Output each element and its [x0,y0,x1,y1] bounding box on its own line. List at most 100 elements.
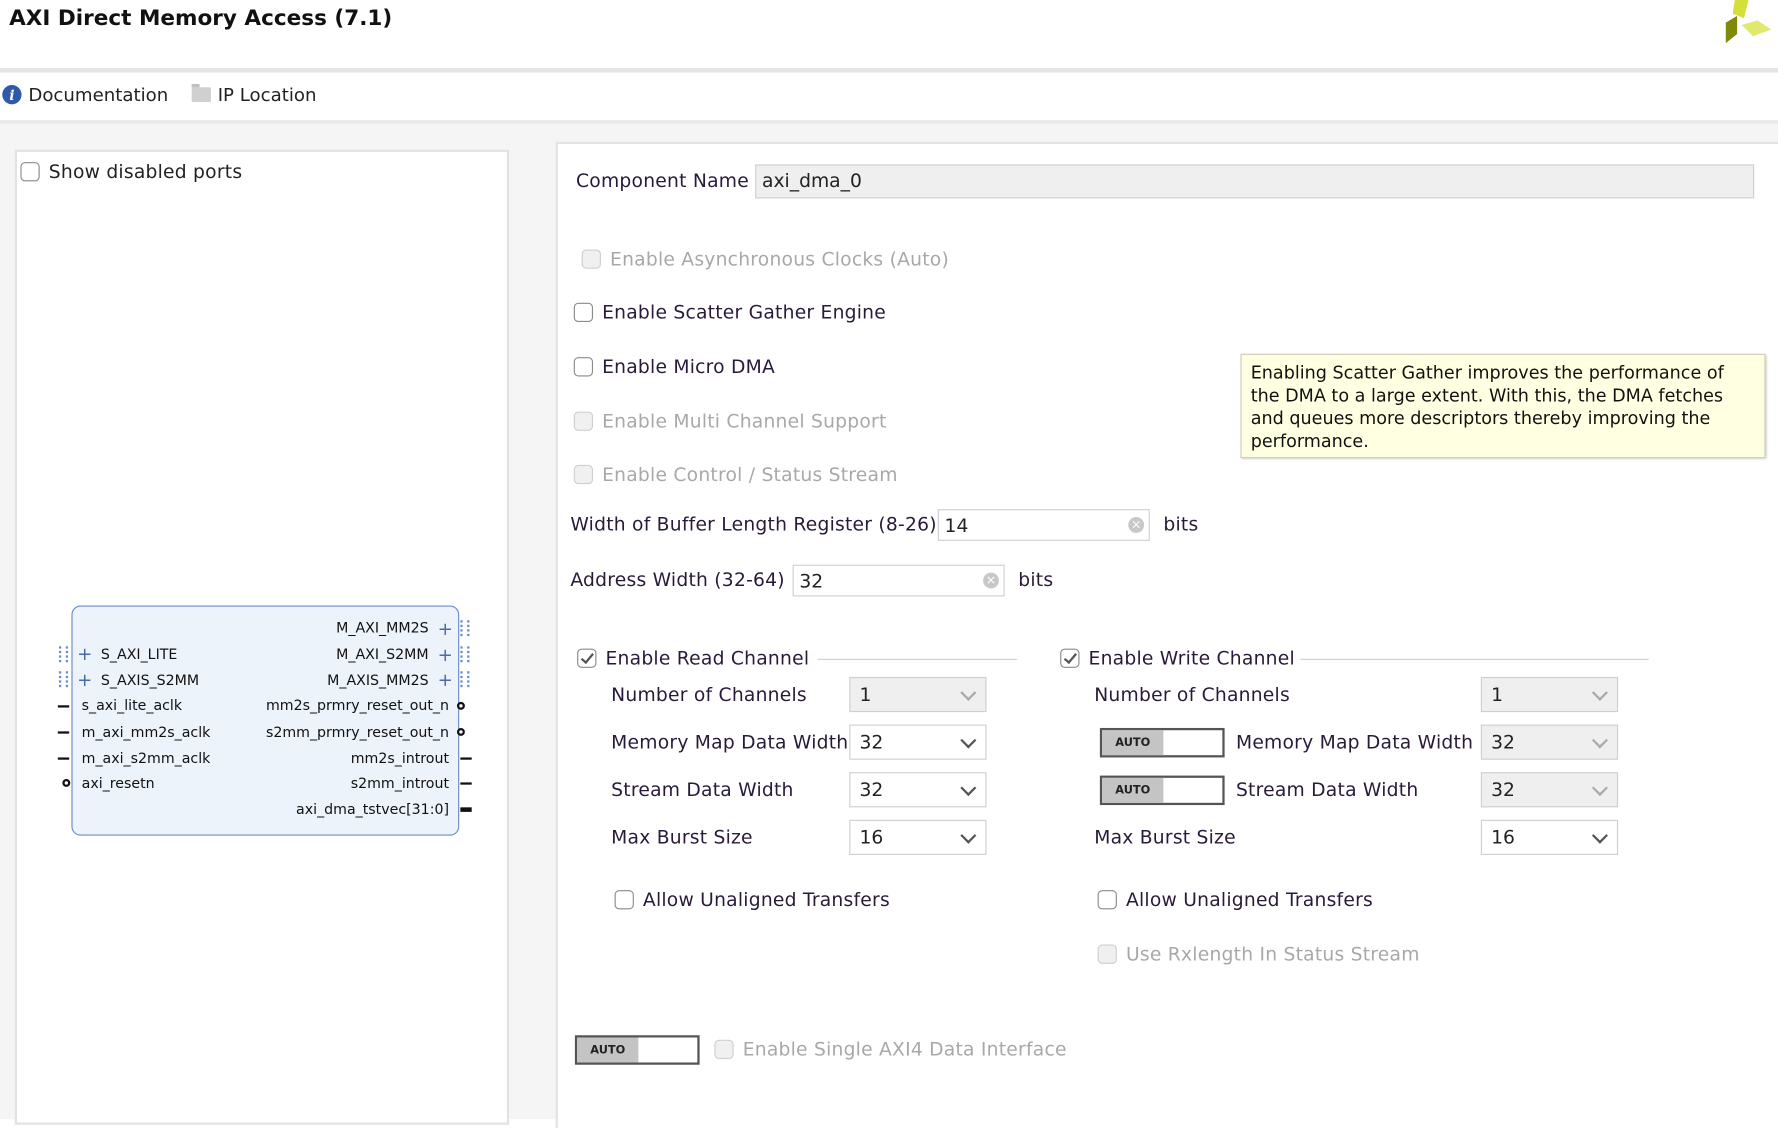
port-mm2s-prmry-reset-out-n: mm2s_prmry_reset_out_n [265,696,450,714]
write-burst-label: Max Burst Size [1094,826,1236,849]
address-width-label: Address Width (32-64) [570,569,785,591]
chevron-down-icon [960,684,977,701]
show-disabled-ports-checkbox[interactable] [20,162,40,182]
chevron-down-icon [1591,732,1608,749]
port-mm2s-introut: mm2s_introut [350,749,450,767]
read-stream-width-label: Stream Data Width [611,778,794,801]
write-stream-width-select[interactable]: 32 [1480,772,1619,808]
write-unaligned-checkbox[interactable] [1097,890,1117,910]
bus-connector [460,671,470,688]
port-s2mm-prmry-reset-out-n: s2mm_prmry_reset_out_n [265,723,450,741]
expand-icon[interactable]: + [438,646,453,664]
async-clocks-checkbox[interactable] [581,249,601,269]
read-unaligned-label: Allow Unaligned Transfers [642,888,890,911]
multi-channel-label: Enable Multi Channel Support [602,410,887,433]
port-m-axis-mm2s: M_AXIS_MM2S [327,671,429,689]
write-burst-select[interactable]: 16 [1480,819,1619,855]
scatter-gather-label: Enable Scatter Gather Engine [602,301,887,324]
expand-icon[interactable]: + [438,671,453,689]
show-disabled-ports-label: Show disabled ports [48,161,243,183]
header: AXI Direct Memory Access (7.1) [0,0,1778,69]
folder-icon [191,83,211,103]
bus-connector [460,646,470,663]
page-title: AXI Direct Memory Access (7.1) [9,5,393,31]
read-mm-width-select[interactable]: 32 [849,724,987,760]
value: 32 [859,778,884,801]
expand-icon[interactable]: + [77,645,92,663]
port-s-axis-s2mm: S_AXIS_S2MM [100,671,200,689]
port-axi-dma-tstvec: axi_dma_tstvec[31:0] [296,800,450,818]
chevron-down-icon [960,732,977,749]
write-unaligned-label: Allow Unaligned Transfers [1125,888,1373,911]
value: 32 [1491,778,1515,801]
ip-location-button[interactable]: IP Location [191,83,316,105]
clear-icon[interactable]: × [983,572,999,589]
chevron-down-icon [1591,780,1608,797]
tooltip: Enabling Scatter Gather improves the per… [1240,353,1766,459]
value: 1 [859,683,872,706]
scatter-gather-checkbox[interactable] [573,302,594,323]
port-m-axi-s2mm-aclk: m_axi_s2mm_aclk [81,749,211,767]
value: 32 [859,731,884,753]
component-name-label: Component Name [576,170,749,192]
micro-dma-checkbox[interactable] [573,357,594,377]
multi-channel-checkbox[interactable] [573,411,594,431]
read-unaligned-checkbox[interactable] [614,890,634,910]
value: 32 [1491,731,1515,753]
read-stream-width-select[interactable]: 32 [849,772,987,808]
value: 16 [1491,826,1515,849]
component-name-input[interactable]: axi_dma_0 [755,164,1755,199]
expand-icon[interactable]: + [77,671,92,689]
chevron-down-icon [1591,684,1608,701]
port-s2mm-introut: s2mm_introut [350,774,450,792]
expand-icon[interactable]: + [438,620,453,638]
value: 16 [859,826,884,849]
async-clocks-label: Enable Asynchronous Clocks (Auto) [610,248,949,270]
read-burst-label: Max Burst Size [611,826,753,849]
single-axi4-auto-toggle[interactable]: AUTO [574,1035,700,1065]
write-stream-width-auto-toggle[interactable]: AUTO [1099,775,1225,806]
port-axi-resetn: axi_resetn [81,774,155,792]
bus-connector [58,671,69,688]
buffer-length-input[interactable]: 14 × [937,509,1150,541]
clear-icon[interactable]: × [1128,517,1145,533]
documentation-button[interactable]: i Documentation [2,83,169,106]
single-axi4-label: Enable Single AXI4 Data Interface [742,1038,1067,1061]
bits-unit: bits [1018,569,1054,591]
buffer-length-value: 14 [944,514,969,537]
control-status-checkbox[interactable] [573,464,594,485]
auto-label: AUTO [577,1037,639,1063]
read-channel-title: Enable Read Channel [605,647,810,670]
auto-label: AUTO [1102,730,1164,756]
enable-read-channel-checkbox[interactable] [577,648,597,668]
toolbar: i Documentation IP Location [0,72,1778,124]
write-mm-width-select[interactable]: 32 [1480,724,1619,760]
chevron-down-icon [960,827,977,844]
auto-label: AUTO [1102,777,1164,803]
address-width-value: 32 [799,570,824,592]
read-burst-select[interactable]: 16 [849,819,987,855]
write-num-channels-label: Number of Channels [1094,683,1290,706]
micro-dma-label: Enable Micro DMA [602,356,776,378]
write-mm-width-auto-toggle[interactable]: AUTO [1099,727,1225,758]
xilinx-logo-icon [1725,0,1772,44]
documentation-label: Documentation [28,83,169,106]
port-m-axi-mm2s: M_AXI_MM2S [336,619,429,637]
read-num-channels-select[interactable]: 1 [849,676,987,713]
read-num-channels-label: Number of Channels [611,683,807,706]
configuration-panel [555,141,1778,1128]
rxlength-checkbox[interactable] [1097,944,1117,964]
single-axi4-checkbox[interactable] [714,1039,734,1060]
address-width-input[interactable]: 32 × [792,564,1005,597]
bits-unit: bits [1163,513,1199,536]
enable-write-channel-checkbox[interactable] [1060,648,1080,668]
read-mm-width-label: Memory Map Data Width [611,731,849,753]
write-stream-width-label: Stream Data Width [1235,778,1419,801]
chevron-down-icon [960,780,977,797]
buffer-length-label: Width of Buffer Length Register (8-26) [570,513,937,536]
bus-connector [58,646,69,663]
port-s-axi-lite-aclk: s_axi_lite_aclk [81,696,183,714]
write-num-channels-select[interactable]: 1 [1480,676,1619,713]
write-channel-title: Enable Write Channel [1088,647,1295,670]
chevron-down-icon [1591,827,1608,844]
